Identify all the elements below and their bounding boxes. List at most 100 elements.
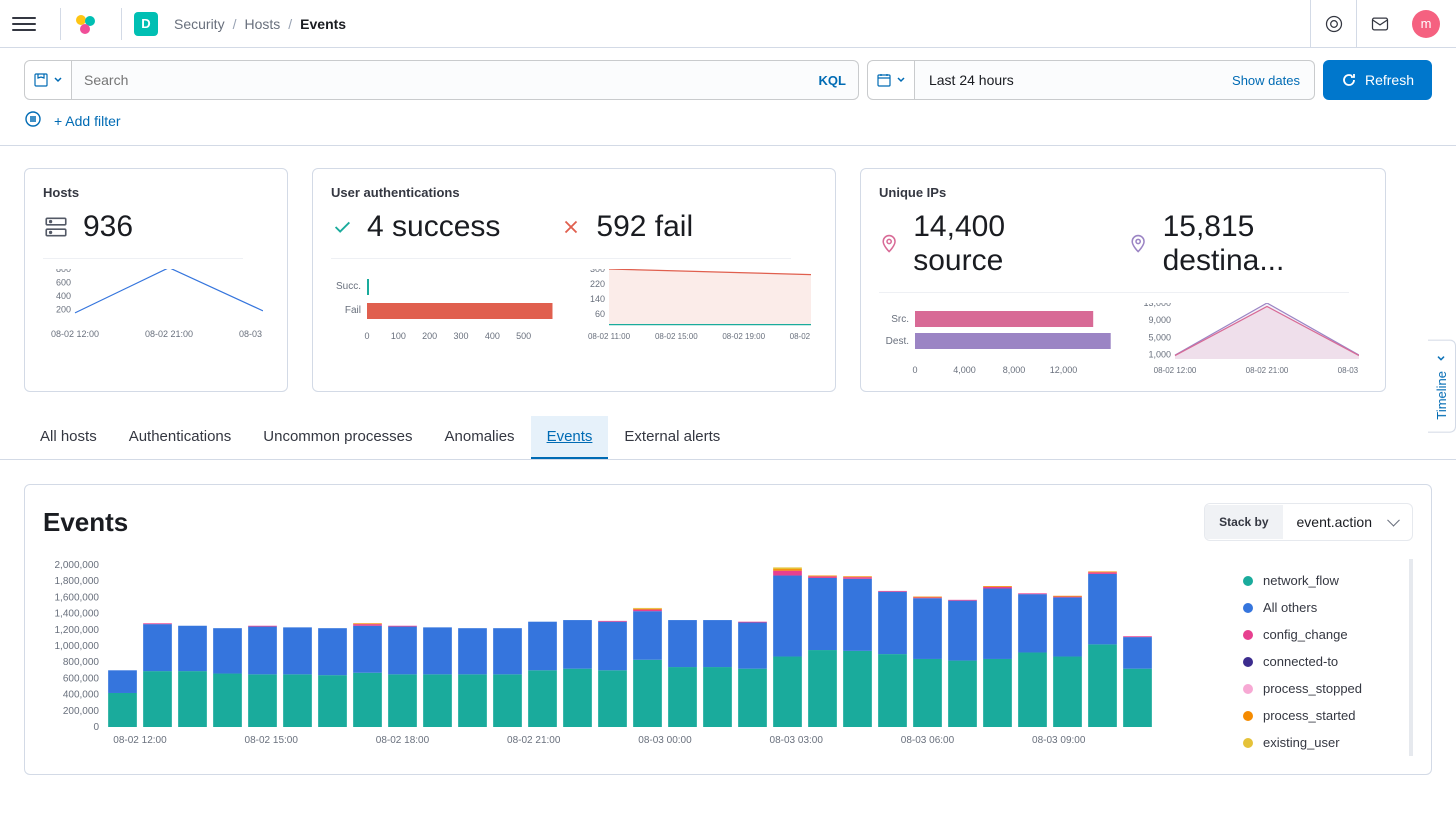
svg-text:12,000: 12,000	[1050, 365, 1078, 375]
tab-events[interactable]: Events	[531, 416, 609, 459]
legend-item[interactable]: All others	[1243, 594, 1409, 621]
legend-dot	[1243, 603, 1253, 613]
svg-text:60: 60	[595, 309, 605, 319]
search-input[interactable]	[84, 72, 819, 88]
svg-text:08-02 11:00: 08-02 11:00	[588, 332, 631, 341]
svg-text:400: 400	[485, 331, 500, 341]
svg-text:08-02 21:00: 08-02 21:00	[507, 735, 561, 746]
auth-timeline-chart: 6014022030008-02 11:0008-02 15:0008-02 1…	[581, 269, 811, 341]
svg-text:2,000,000: 2,000,000	[55, 560, 100, 571]
svg-text:200: 200	[422, 331, 437, 341]
newsfeed-icon[interactable]	[1356, 0, 1402, 48]
refresh-label: Refresh	[1365, 72, 1414, 88]
auth-bars-chart: Succ.Fail0100200300400500	[331, 269, 561, 341]
tab-anomalies[interactable]: Anomalies	[429, 416, 531, 459]
svg-text:08-03 06:00: 08-03 06:00	[1338, 366, 1359, 375]
ips-source-value: 14,400 source	[913, 210, 1088, 278]
topbar: D Security / Hosts / Events m	[0, 0, 1456, 48]
svg-text:08-02 12:00: 08-02 12:00	[51, 329, 99, 339]
breadcrumb-separator: /	[288, 16, 292, 32]
card-title: User authentications	[331, 185, 817, 200]
breadcrumb-item[interactable]: Hosts	[244, 16, 280, 32]
add-filter-link[interactable]: + Add filter	[54, 113, 121, 129]
tab-external-alerts[interactable]: External alerts	[608, 416, 736, 459]
svg-text:08-03 03:00: 08-03 03:00	[770, 735, 824, 746]
svg-text:1,200,000: 1,200,000	[55, 625, 100, 636]
svg-text:08-02 23:00: 08-02 23:00	[790, 332, 811, 341]
legend-item[interactable]: process_started	[1243, 702, 1409, 729]
svg-text:200,000: 200,000	[63, 706, 100, 717]
svg-text:400,000: 400,000	[63, 690, 100, 701]
svg-text:08-02 12:00: 08-02 12:00	[1154, 366, 1197, 375]
legend-item[interactable]: config_change	[1243, 621, 1409, 648]
ips-bars-chart: Src.Dest.04,0008,00012,000	[879, 303, 1119, 375]
filter-options-icon[interactable]	[24, 110, 42, 131]
card-title: Hosts	[43, 185, 269, 200]
help-icon[interactable]	[1310, 0, 1356, 48]
check-icon	[331, 216, 353, 238]
hosts-value: 936	[83, 210, 133, 244]
tabs: All hostsAuthenticationsUncommon process…	[0, 392, 1456, 460]
events-legend: network_flowAll othersconfig_changeconne…	[1243, 559, 1413, 756]
stack-by-select[interactable]: event.action	[1283, 504, 1413, 540]
legend-item[interactable]: existing_user	[1243, 729, 1409, 756]
divider	[331, 258, 791, 259]
svg-text:08-02 12:00: 08-02 12:00	[113, 735, 167, 746]
legend-dot	[1243, 657, 1253, 667]
breadcrumb-current: Events	[300, 16, 346, 32]
svg-text:0: 0	[364, 331, 369, 341]
hosts-icon	[43, 214, 69, 240]
stack-by-control: Stack by event.action	[1204, 503, 1413, 541]
ips-timeline-chart: 1,0005,0009,00013,00008-02 12:0008-02 21…	[1139, 303, 1359, 375]
breadcrumb-separator: /	[233, 16, 237, 32]
divider	[879, 292, 1349, 293]
svg-text:08-02 21:00: 08-02 21:00	[1246, 366, 1289, 375]
svg-text:1,000,000: 1,000,000	[55, 641, 100, 652]
svg-text:600: 600	[56, 278, 71, 288]
date-range-label: Last 24 hours	[929, 72, 1014, 88]
legend-dot	[1243, 576, 1253, 586]
date-picker[interactable]: Last 24 hours Show dates	[915, 60, 1315, 100]
hosts-card: Hosts 936 20040060080008-02 12:0008-02 2…	[24, 168, 288, 392]
timeline-flyout-toggle[interactable]: Timeline	[1428, 340, 1456, 433]
svg-text:100: 100	[391, 331, 406, 341]
ips-card: Unique IPs 14,400 source 15,815 destina.…	[860, 168, 1386, 392]
events-panel: Events Stack by event.action 0 200,000 400…	[24, 484, 1432, 775]
svg-text:1,400,000: 1,400,000	[55, 609, 100, 620]
legend-item[interactable]: process_stopped	[1243, 675, 1409, 702]
divider	[60, 8, 61, 40]
svg-text:08-02 21:00: 08-02 21:00	[145, 329, 193, 339]
tab-uncommon-processes[interactable]: Uncommon processes	[247, 416, 428, 459]
legend-label: connected-to	[1263, 654, 1338, 669]
svg-text:400: 400	[56, 291, 71, 301]
svg-text:08-02 15:00: 08-02 15:00	[245, 735, 299, 746]
events-histogram: 0200,000400,000600,000800,0001,000,0001,…	[43, 559, 1223, 749]
breadcrumb-item[interactable]: Security	[174, 16, 225, 32]
svg-text:08-03 09:00: 08-03 09:00	[1032, 735, 1086, 746]
avatar[interactable]: m	[1412, 10, 1440, 38]
tab-authentications[interactable]: Authentications	[113, 416, 248, 459]
svg-text:500: 500	[516, 331, 531, 341]
auth-card: User authentications 4 success 592 fail …	[312, 168, 836, 392]
saved-query-menu[interactable]	[24, 60, 72, 100]
events-title: Events	[43, 507, 128, 538]
legend-label: existing_user	[1263, 735, 1340, 750]
svg-text:08-02 15:00: 08-02 15:00	[655, 332, 698, 341]
legend-item[interactable]: network_flow	[1243, 567, 1409, 594]
svg-text:Fail: Fail	[345, 305, 361, 316]
elastic-logo[interactable]	[73, 12, 97, 36]
legend-dot	[1243, 738, 1253, 748]
refresh-button[interactable]: Refresh	[1323, 60, 1432, 100]
legend-item[interactable]: connected-to	[1243, 648, 1409, 675]
breadcrumb: Security / Hosts / Events	[174, 16, 346, 32]
space-selector[interactable]: D	[134, 12, 158, 36]
date-quick-menu[interactable]	[867, 60, 915, 100]
show-dates-link[interactable]: Show dates	[1232, 73, 1300, 88]
tab-all-hosts[interactable]: All hosts	[24, 416, 113, 459]
svg-text:08-03 06:00: 08-03 06:00	[239, 329, 263, 339]
svg-text:Src.: Src.	[891, 314, 909, 325]
hosts-sparkline: 20040060080008-02 12:0008-02 21:0008-03 …	[43, 269, 263, 339]
svg-text:0: 0	[93, 722, 99, 733]
menu-toggle[interactable]	[12, 12, 36, 36]
kql-toggle[interactable]: KQL	[819, 73, 846, 88]
